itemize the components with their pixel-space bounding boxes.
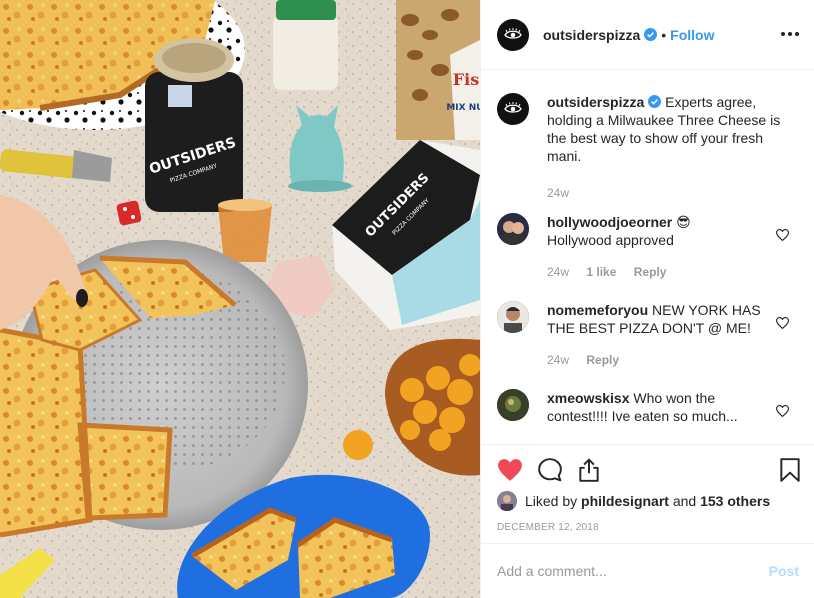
more-options-icon[interactable] (781, 24, 799, 44)
caption-avatar[interactable] (497, 93, 529, 125)
post-header: outsiderspizza • Follow (481, 0, 814, 70)
post-photo[interactable]: OUTSIDERS PIZZA COMPANY Fis MIX NUT OUTS… (0, 0, 480, 598)
comment-item: nomemeforyou NEW YORK HAS THE BEST PIZZA… (497, 301, 797, 381)
comment-emoji: 😎 (676, 214, 691, 230)
reply-button[interactable]: Reply (634, 265, 667, 279)
comment-item: xmeowskisx Who won the contest!!!! Ive e… (497, 389, 797, 444)
comment-time[interactable]: 24w (547, 353, 569, 367)
commenter-avatar[interactable] (497, 213, 529, 245)
commenter-avatar[interactable] (497, 301, 529, 333)
comment-text: Hollywood approved (547, 232, 674, 248)
caption-username[interactable]: outsiderspizza (547, 94, 644, 110)
author-avatar[interactable] (497, 18, 529, 51)
reply-button[interactable]: Reply (586, 353, 619, 367)
like-comment-heart-icon[interactable] (776, 405, 789, 417)
comment-username[interactable]: hollywoodjoeorner (547, 214, 672, 230)
commenter-photo (497, 301, 529, 333)
eye-logo-icon (504, 27, 522, 39)
nut-can-label-2: MIX NUT (446, 103, 480, 113)
comment-username[interactable]: nomemeforyou (547, 302, 648, 318)
commenter-avatar[interactable] (497, 389, 529, 421)
like-comment-heart-icon[interactable] (776, 317, 789, 329)
pizza-scene-image: OUTSIDERS PIZZA COMPANY Fis MIX NUT OUTS… (0, 0, 480, 598)
liker-avatar[interactable] (497, 491, 517, 511)
eye-logo-icon (504, 102, 522, 113)
comment-item: hollywoodjoeorner 😎 Hollywood approved 2… (497, 213, 797, 293)
post-date[interactable]: DECEMBER 12, 2018 (497, 522, 599, 533)
comment-input[interactable] (497, 563, 769, 579)
caption-time[interactable]: 24w (547, 186, 569, 200)
comment-username[interactable]: xmeowskisx (547, 390, 630, 406)
add-comment-bar: Post (481, 543, 814, 598)
verified-badge-icon (644, 28, 658, 41)
post-details-panel: outsiderspizza • Follow outsiderspizza E… (480, 0, 814, 598)
comment-time[interactable]: 24w (547, 265, 569, 279)
nut-can-label: Fis (453, 70, 479, 89)
separator-dot: • (661, 26, 667, 43)
share-icon[interactable] (576, 457, 602, 483)
liked-by-prefix: Liked by (525, 493, 578, 509)
likes-summary[interactable]: Liked by phildesignart and 153 others (497, 491, 770, 511)
verified-badge-icon (648, 95, 662, 108)
commenter-photo (497, 389, 529, 421)
post-comment-button[interactable]: Post (769, 563, 799, 579)
author-username[interactable]: outsiderspizza (543, 27, 640, 43)
liked-by-user[interactable]: phildesignart (581, 493, 669, 509)
post-actions: Liked by phildesignart and 153 others DE… (481, 444, 814, 540)
heart-icon[interactable] (497, 457, 523, 483)
comment-likes[interactable]: 1 like (586, 265, 616, 279)
like-comment-heart-icon[interactable] (776, 229, 789, 241)
comment-icon[interactable] (537, 457, 563, 483)
likes-count[interactable]: 153 others (700, 493, 770, 509)
post-caption: outsiderspizza Experts agree, holding a … (497, 93, 797, 213)
liked-by-and: and (672, 493, 697, 509)
bookmark-icon[interactable] (777, 457, 803, 483)
follow-button[interactable]: Follow (670, 27, 714, 43)
commenter-photo (497, 213, 529, 245)
comments-list[interactable]: outsiderspizza Experts agree, holding a … (481, 71, 814, 444)
